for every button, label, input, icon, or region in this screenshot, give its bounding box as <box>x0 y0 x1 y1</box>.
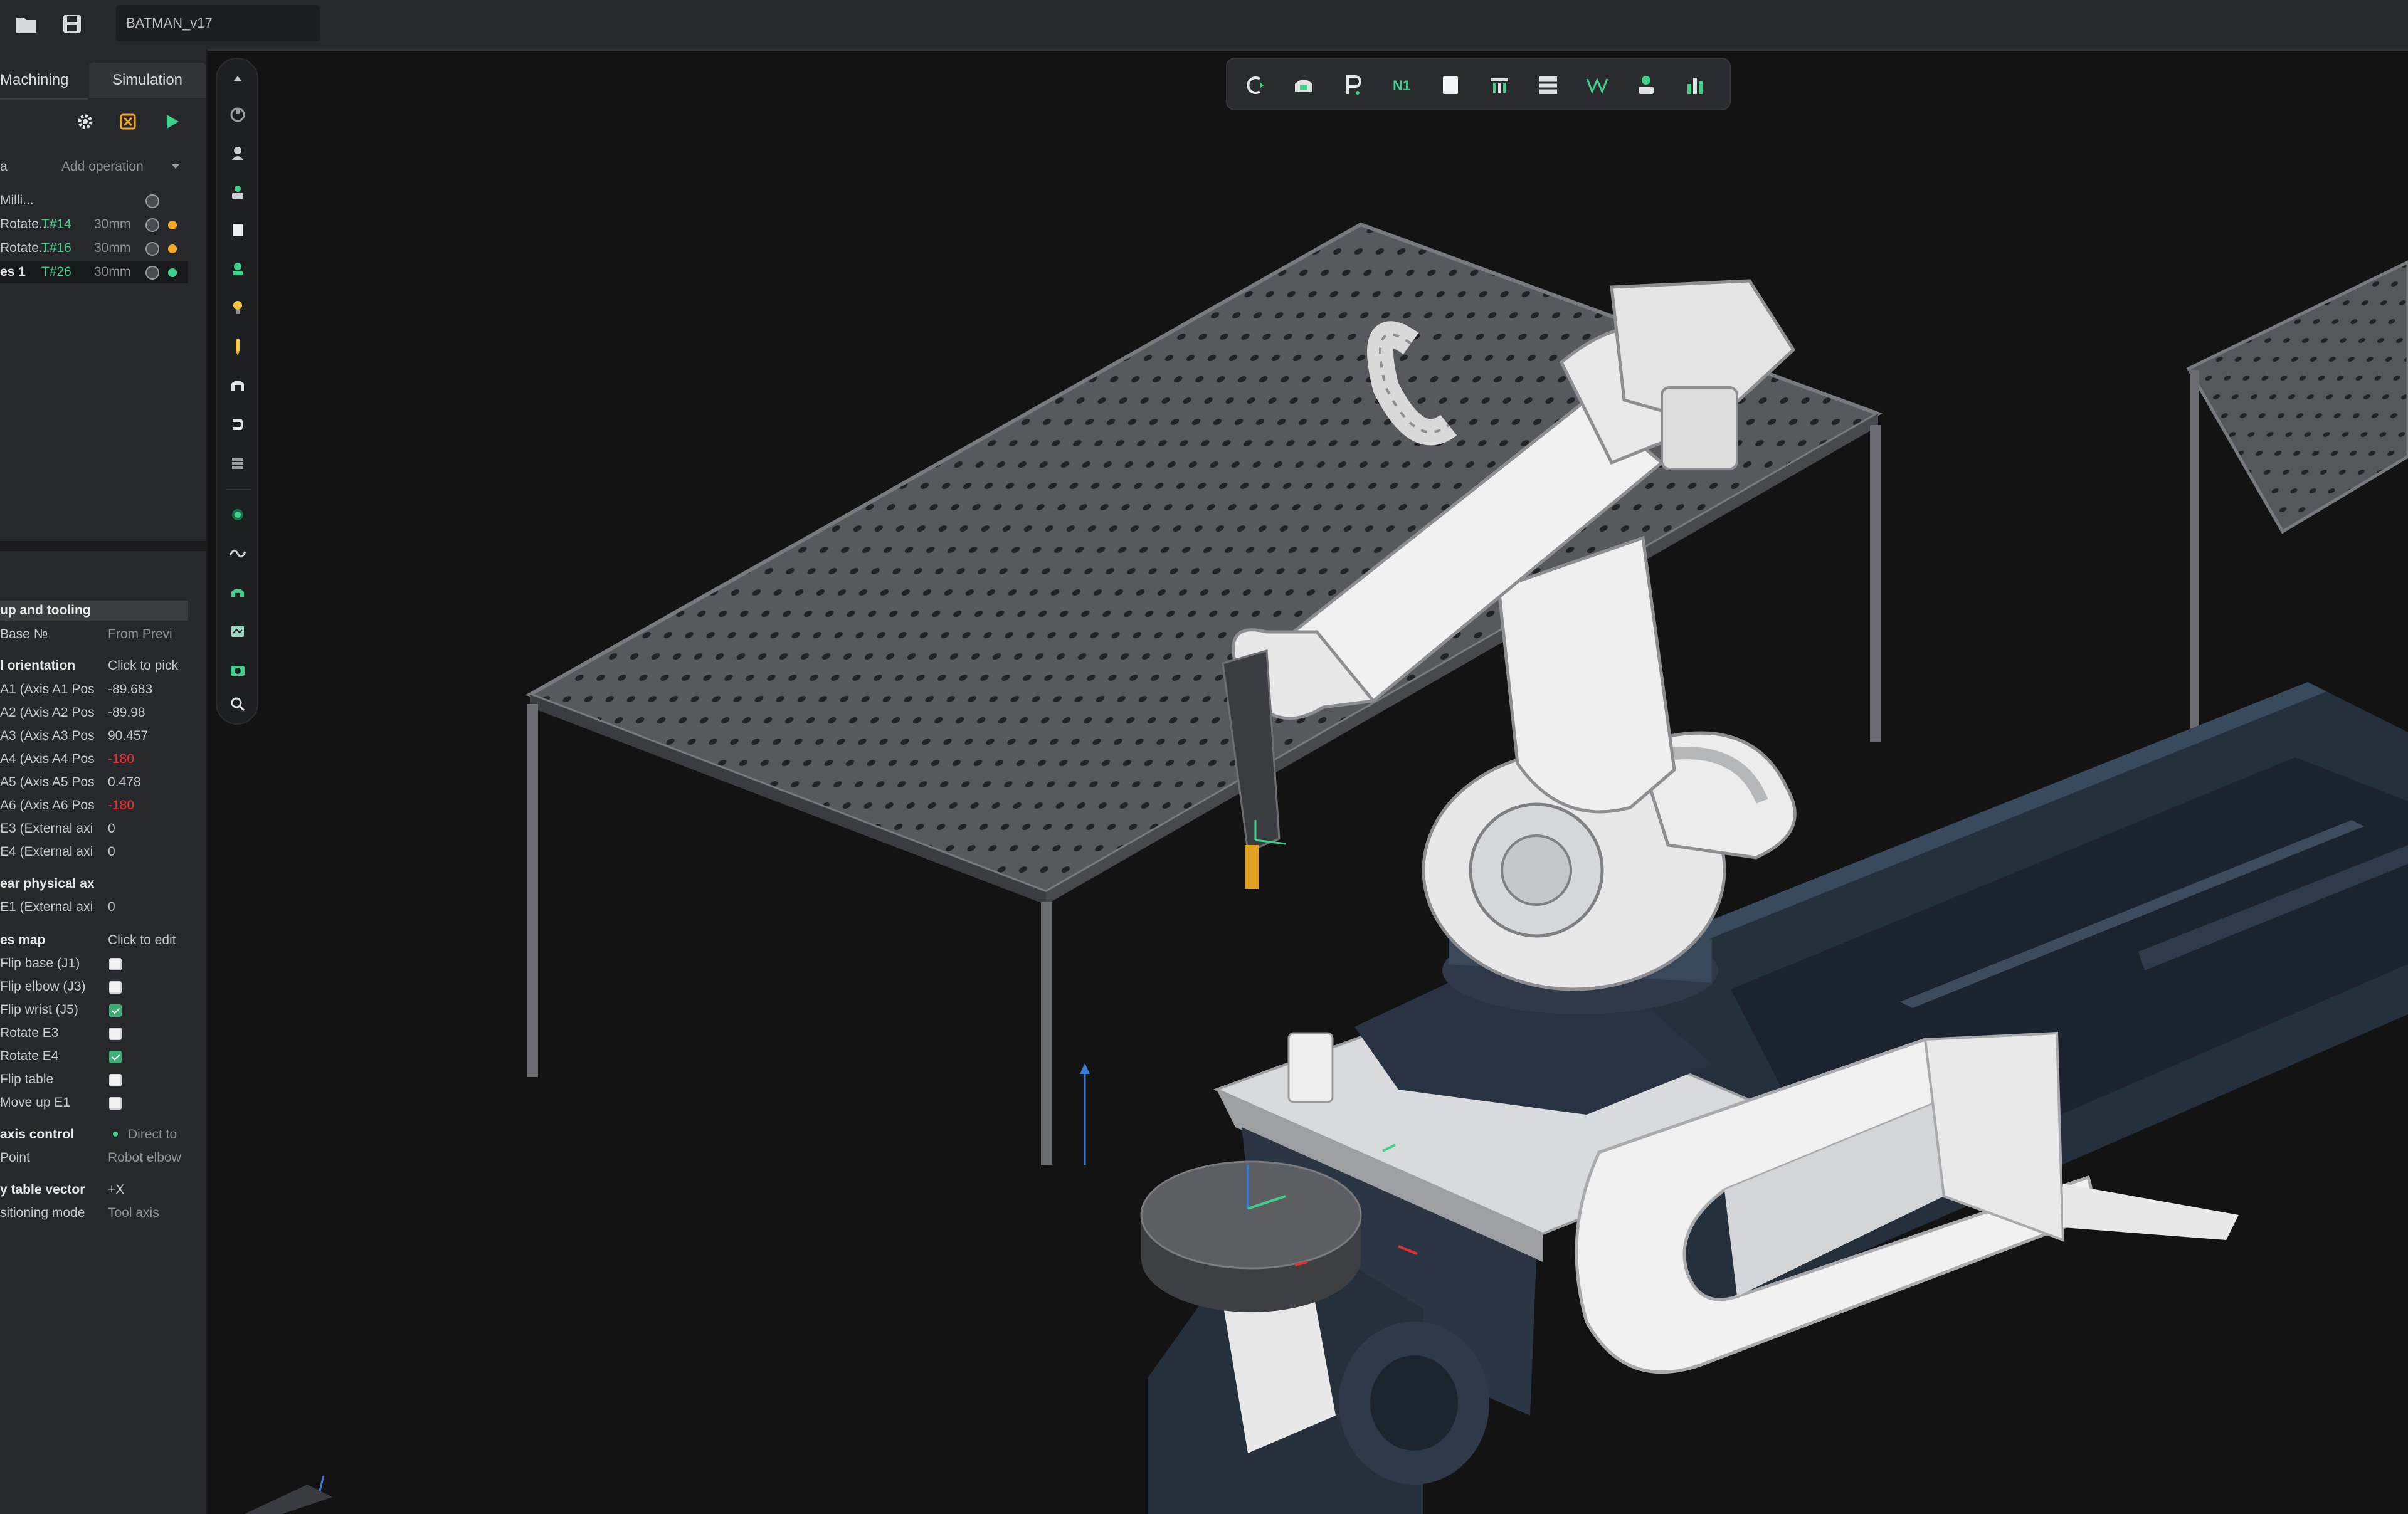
operation-name: Milli... <box>0 193 34 208</box>
flip-elbow-checkbox[interactable] <box>109 981 122 994</box>
secondary-table[interactable] <box>2186 260 2408 737</box>
operation-tool: T#16 <box>41 241 71 255</box>
save-icon[interactable] <box>60 11 85 36</box>
play-icon[interactable] <box>162 112 182 132</box>
base-value[interactable]: From Previ <box>108 627 172 642</box>
table-vector-label: y table vector <box>0 1182 85 1197</box>
tab-simulation[interactable]: Simulation <box>89 63 206 98</box>
axis-value-e1[interactable]: 0 <box>108 900 115 915</box>
positioning-mode-label: sitioning mode <box>0 1206 85 1220</box>
orientation-value[interactable]: Click to pick <box>108 658 178 673</box>
axis-label-a6: A6 (Axis A6 Pos <box>0 798 95 812</box>
axis-label-a2: A2 (Axis A2 Pos <box>0 705 95 720</box>
flip-table-checkbox[interactable] <box>109 1074 122 1086</box>
flag-label: Rotate E4 <box>0 1049 59 1063</box>
positioning-mode-value[interactable]: Tool axis <box>108 1206 159 1221</box>
rotate-e4-checkbox[interactable] <box>109 1051 122 1063</box>
operation-name: es 1 <box>0 265 26 279</box>
flag-label: Rotate E3 <box>0 1026 59 1040</box>
flag-label: Flip base (J1) <box>0 956 80 970</box>
orientation-label: l orientation <box>0 658 76 673</box>
file-name-field[interactable]: BATMAN_v17 <box>116 5 320 41</box>
axis-value-a1[interactable]: -89.683 <box>108 682 152 697</box>
axis-value-e3[interactable]: 0 <box>108 821 115 836</box>
operation-size: 30mm <box>94 241 131 255</box>
axis-label-e4: E4 (External axi <box>0 844 93 859</box>
flag-label: Flip elbow (J3) <box>0 979 86 994</box>
axis-value-a4[interactable]: -180 <box>108 752 134 767</box>
status-dot-icon <box>168 268 177 277</box>
axis-label-a5: A5 (Axis A5 Pos <box>0 775 95 789</box>
status-dot-icon <box>168 244 177 253</box>
left-panel: Machining Simulation a Add operation Mil… <box>0 49 208 1514</box>
radio-dot-icon[interactable] <box>113 1132 118 1137</box>
flags-map-value[interactable]: Click to edit <box>108 933 176 948</box>
panel-row-marker: a <box>0 159 8 174</box>
calculate-icon[interactable] <box>118 112 138 132</box>
flip-wrist-checkbox[interactable] <box>109 1004 122 1017</box>
tab-divider <box>0 98 88 100</box>
move-up-e1-checkbox[interactable] <box>109 1097 122 1110</box>
status-circle-icon[interactable] <box>145 218 159 232</box>
chevron-down-icon[interactable] <box>171 163 181 171</box>
axis-value-e4[interactable]: 0 <box>108 844 115 860</box>
status-circle-icon[interactable] <box>145 194 159 208</box>
flag-label: Flip wrist (J5) <box>0 1002 78 1017</box>
add-operation-dropdown[interactable]: Add operation <box>61 159 144 174</box>
settings-icon[interactable] <box>75 112 95 132</box>
setup-tooling-header[interactable]: up and tooling <box>0 603 91 618</box>
view-cube-icon[interactable] <box>245 1475 332 1514</box>
flag-label: Move up E1 <box>0 1095 71 1110</box>
table-vector-value[interactable]: +X <box>108 1182 124 1197</box>
status-dot-icon <box>168 221 177 229</box>
point-value[interactable]: Robot elbow <box>108 1150 181 1165</box>
top-bar: BATMAN_v17 <box>0 0 2408 51</box>
open-folder-icon[interactable] <box>14 11 39 36</box>
flags-map-header: es map <box>0 933 46 947</box>
axis-value-a6[interactable]: -180 <box>108 798 134 813</box>
status-circle-icon[interactable] <box>145 242 159 256</box>
axis-label-a4: A4 (Axis A4 Pos <box>0 752 95 766</box>
axis-label-a3: A3 (Axis A3 Pos <box>0 728 95 743</box>
status-circle-icon[interactable] <box>145 266 159 280</box>
flip-base-checkbox[interactable] <box>109 958 122 970</box>
flag-label: Flip table <box>0 1072 54 1086</box>
operation-tool: T#26 <box>41 265 71 279</box>
axis-control-label: axis control <box>0 1127 74 1142</box>
axis-label-e1: E1 (External axi <box>0 900 93 914</box>
rotate-e3-checkbox[interactable] <box>109 1028 122 1040</box>
linear-axes-header: ear physical ax <box>0 876 95 891</box>
tab-machining[interactable]: Machining <box>0 63 88 98</box>
axis-value-a3[interactable]: 90.457 <box>108 728 148 744</box>
base-label: Base № <box>0 627 48 641</box>
axis-label-a1: A1 (Axis A1 Pos <box>0 682 95 697</box>
axis-value-a2[interactable]: -89.98 <box>108 705 145 720</box>
operation-tool: T#14 <box>41 217 71 231</box>
axis-label-e3: E3 (External axi <box>0 821 93 836</box>
panel-splitter[interactable] <box>0 541 206 551</box>
operation-size: 30mm <box>94 265 131 279</box>
3d-viewport[interactable] <box>207 49 2408 1514</box>
axis-control-value[interactable]: Direct to <box>128 1127 177 1142</box>
point-label: Point <box>0 1150 30 1165</box>
axis-value-a5[interactable]: 0.478 <box>108 775 141 790</box>
operation-size: 30mm <box>94 217 131 231</box>
